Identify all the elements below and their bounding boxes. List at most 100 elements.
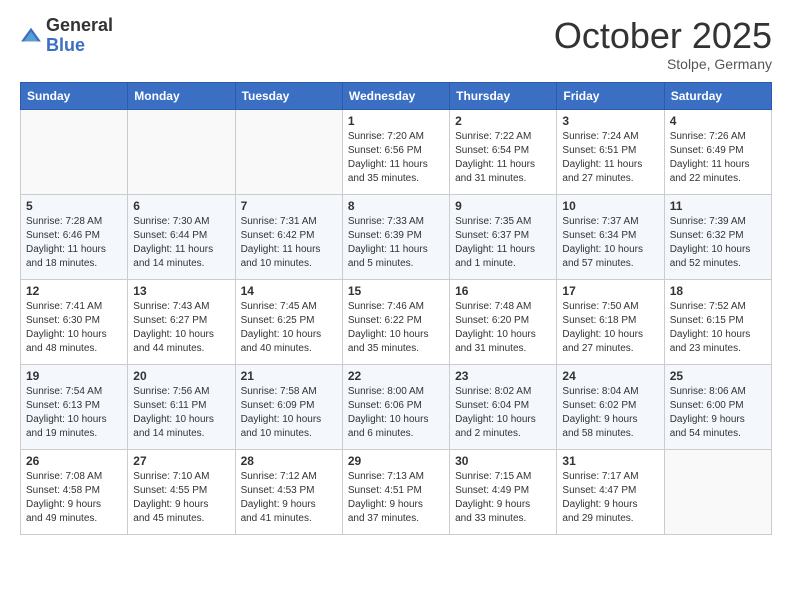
header-thursday: Thursday <box>450 82 557 109</box>
calendar-cell: 10Sunrise: 7:37 AM Sunset: 6:34 PM Dayli… <box>557 194 664 279</box>
day-number: 5 <box>26 199 122 213</box>
day-number: 11 <box>670 199 766 213</box>
day-info: Sunrise: 7:24 AM Sunset: 6:51 PM Dayligh… <box>562 130 658 186</box>
day-info: Sunrise: 7:45 AM Sunset: 6:25 PM Dayligh… <box>241 300 337 356</box>
calendar-cell <box>128 109 235 194</box>
day-info: Sunrise: 8:00 AM Sunset: 6:06 PM Dayligh… <box>348 385 444 441</box>
week-row-2: 5 Sunrise: 7:28 AM Sunset: 6:46 PM Daylig… <box>21 194 772 279</box>
day-number: 31 <box>562 454 658 468</box>
calendar-cell: 11Sunrise: 7:39 AM Sunset: 6:32 PM Dayli… <box>664 194 771 279</box>
day-info: Sunrise: 7:58 AM Sunset: 6:09 PM Dayligh… <box>241 385 337 441</box>
day-info: Sunrise: 7:13 AM Sunset: 4:51 PM Dayligh… <box>348 470 444 526</box>
day-number: 10 <box>562 199 658 213</box>
day-number: 6 <box>133 199 229 213</box>
calendar-cell: 18Sunrise: 7:52 AM Sunset: 6:15 PM Dayli… <box>664 279 771 364</box>
day-number: 26 <box>26 454 122 468</box>
day-info: Sunrise: 7:52 AM Sunset: 6:15 PM Dayligh… <box>670 300 766 356</box>
day-number: 20 <box>133 369 229 383</box>
day-info: Sunrise: 7:28 AM Sunset: 6:46 PM Dayligh… <box>26 215 122 271</box>
calendar-cell: 13Sunrise: 7:43 AM Sunset: 6:27 PM Dayli… <box>128 279 235 364</box>
day-number: 14 <box>241 284 337 298</box>
calendar-cell: 9Sunrise: 7:35 AM Sunset: 6:37 PM Daylig… <box>450 194 557 279</box>
calendar-cell: 4 Sunrise: 7:26 AM Sunset: 6:49 PM Daylig… <box>664 109 771 194</box>
calendar-cell: 23 Sunrise: 8:02 AM Sunset: 6:04 PM Dayli… <box>450 364 557 449</box>
calendar-cell: 27Sunrise: 7:10 AM Sunset: 4:55 PM Dayli… <box>128 449 235 534</box>
day-info: Sunrise: 7:26 AM Sunset: 6:49 PM Dayligh… <box>670 130 766 186</box>
day-number: 13 <box>133 284 229 298</box>
page: General Blue October 2025 Stolpe, German… <box>0 0 792 551</box>
day-info: Sunrise: 7:46 AM Sunset: 6:22 PM Dayligh… <box>348 300 444 356</box>
day-number: 24 <box>562 369 658 383</box>
day-info: Sunrise: 7:56 AM Sunset: 6:11 PM Dayligh… <box>133 385 229 441</box>
calendar-cell: 7Sunrise: 7:31 AM Sunset: 6:42 PM Daylig… <box>235 194 342 279</box>
header-monday: Monday <box>128 82 235 109</box>
calendar-cell: 5 Sunrise: 7:28 AM Sunset: 6:46 PM Daylig… <box>21 194 128 279</box>
calendar-cell: 6 Sunrise: 7:30 AM Sunset: 6:44 PM Daylig… <box>128 194 235 279</box>
calendar-cell <box>235 109 342 194</box>
day-number: 30 <box>455 454 551 468</box>
day-info: Sunrise: 7:08 AM Sunset: 4:58 PM Dayligh… <box>26 470 122 526</box>
day-number: 21 <box>241 369 337 383</box>
month-title: October 2025 <box>554 16 772 56</box>
day-number: 15 <box>348 284 444 298</box>
day-info: Sunrise: 7:50 AM Sunset: 6:18 PM Dayligh… <box>562 300 658 356</box>
day-number: 25 <box>670 369 766 383</box>
day-info: Sunrise: 7:41 AM Sunset: 6:30 PM Dayligh… <box>26 300 122 356</box>
calendar-cell <box>21 109 128 194</box>
weekday-header-row: Sunday Monday Tuesday Wednesday Thursday… <box>21 82 772 109</box>
day-info: Sunrise: 7:30 AM Sunset: 6:44 PM Dayligh… <box>133 215 229 271</box>
calendar-cell <box>664 449 771 534</box>
logo: General Blue <box>20 16 113 56</box>
calendar-cell: 17Sunrise: 7:50 AM Sunset: 6:18 PM Dayli… <box>557 279 664 364</box>
header-wednesday: Wednesday <box>342 82 449 109</box>
day-info: Sunrise: 7:35 AM Sunset: 6:37 PM Dayligh… <box>455 215 551 271</box>
day-info: Sunrise: 7:10 AM Sunset: 4:55 PM Dayligh… <box>133 470 229 526</box>
day-info: Sunrise: 8:02 AM Sunset: 6:04 PM Dayligh… <box>455 385 551 441</box>
logo-text: General Blue <box>46 16 113 56</box>
day-number: 12 <box>26 284 122 298</box>
header: General Blue October 2025 Stolpe, German… <box>20 16 772 72</box>
calendar-cell: 3 Sunrise: 7:24 AM Sunset: 6:51 PM Daylig… <box>557 109 664 194</box>
calendar-cell: 24Sunrise: 8:04 AM Sunset: 6:02 PM Dayli… <box>557 364 664 449</box>
calendar-cell: 30 Sunrise: 7:15 AM Sunset: 4:49 PM Dayli… <box>450 449 557 534</box>
header-friday: Friday <box>557 82 664 109</box>
location: Stolpe, Germany <box>554 56 772 72</box>
logo-icon <box>20 25 42 47</box>
day-number: 28 <box>241 454 337 468</box>
day-info: Sunrise: 7:20 AM Sunset: 6:56 PM Dayligh… <box>348 130 444 186</box>
header-sunday: Sunday <box>21 82 128 109</box>
calendar-cell: 14 Sunrise: 7:45 AM Sunset: 6:25 PM Dayli… <box>235 279 342 364</box>
title-block: October 2025 Stolpe, Germany <box>554 16 772 72</box>
calendar-cell: 12 Sunrise: 7:41 AM Sunset: 6:30 PM Dayli… <box>21 279 128 364</box>
calendar-cell: 26 Sunrise: 7:08 AM Sunset: 4:58 PM Dayli… <box>21 449 128 534</box>
day-number: 22 <box>348 369 444 383</box>
logo-blue: Blue <box>46 35 85 55</box>
calendar-cell: 16 Sunrise: 7:48 AM Sunset: 6:20 PM Dayli… <box>450 279 557 364</box>
day-info: Sunrise: 7:31 AM Sunset: 6:42 PM Dayligh… <box>241 215 337 271</box>
calendar-cell: 19Sunrise: 7:54 AM Sunset: 6:13 PM Dayli… <box>21 364 128 449</box>
day-number: 4 <box>670 114 766 128</box>
day-number: 23 <box>455 369 551 383</box>
calendar-cell: 28 Sunrise: 7:12 AM Sunset: 4:53 PM Dayli… <box>235 449 342 534</box>
day-number: 19 <box>26 369 122 383</box>
logo-general: General <box>46 15 113 35</box>
day-info: Sunrise: 7:48 AM Sunset: 6:20 PM Dayligh… <box>455 300 551 356</box>
day-number: 1 <box>348 114 444 128</box>
day-info: Sunrise: 7:17 AM Sunset: 4:47 PM Dayligh… <box>562 470 658 526</box>
header-tuesday: Tuesday <box>235 82 342 109</box>
calendar-cell: 22 Sunrise: 8:00 AM Sunset: 6:06 PM Dayli… <box>342 364 449 449</box>
day-info: Sunrise: 7:33 AM Sunset: 6:39 PM Dayligh… <box>348 215 444 271</box>
day-info: Sunrise: 7:15 AM Sunset: 4:49 PM Dayligh… <box>455 470 551 526</box>
day-info: Sunrise: 7:12 AM Sunset: 4:53 PM Dayligh… <box>241 470 337 526</box>
week-row-3: 12 Sunrise: 7:41 AM Sunset: 6:30 PM Dayli… <box>21 279 772 364</box>
day-number: 3 <box>562 114 658 128</box>
day-number: 2 <box>455 114 551 128</box>
week-row-5: 26 Sunrise: 7:08 AM Sunset: 4:58 PM Dayli… <box>21 449 772 534</box>
day-number: 16 <box>455 284 551 298</box>
calendar-cell: 1 Sunrise: 7:20 AM Sunset: 6:56 PM Daylig… <box>342 109 449 194</box>
calendar-cell: 8 Sunrise: 7:33 AM Sunset: 6:39 PM Daylig… <box>342 194 449 279</box>
day-number: 8 <box>348 199 444 213</box>
calendar-cell: 21 Sunrise: 7:58 AM Sunset: 6:09 PM Dayli… <box>235 364 342 449</box>
day-info: Sunrise: 7:22 AM Sunset: 6:54 PM Dayligh… <box>455 130 551 186</box>
day-number: 29 <box>348 454 444 468</box>
